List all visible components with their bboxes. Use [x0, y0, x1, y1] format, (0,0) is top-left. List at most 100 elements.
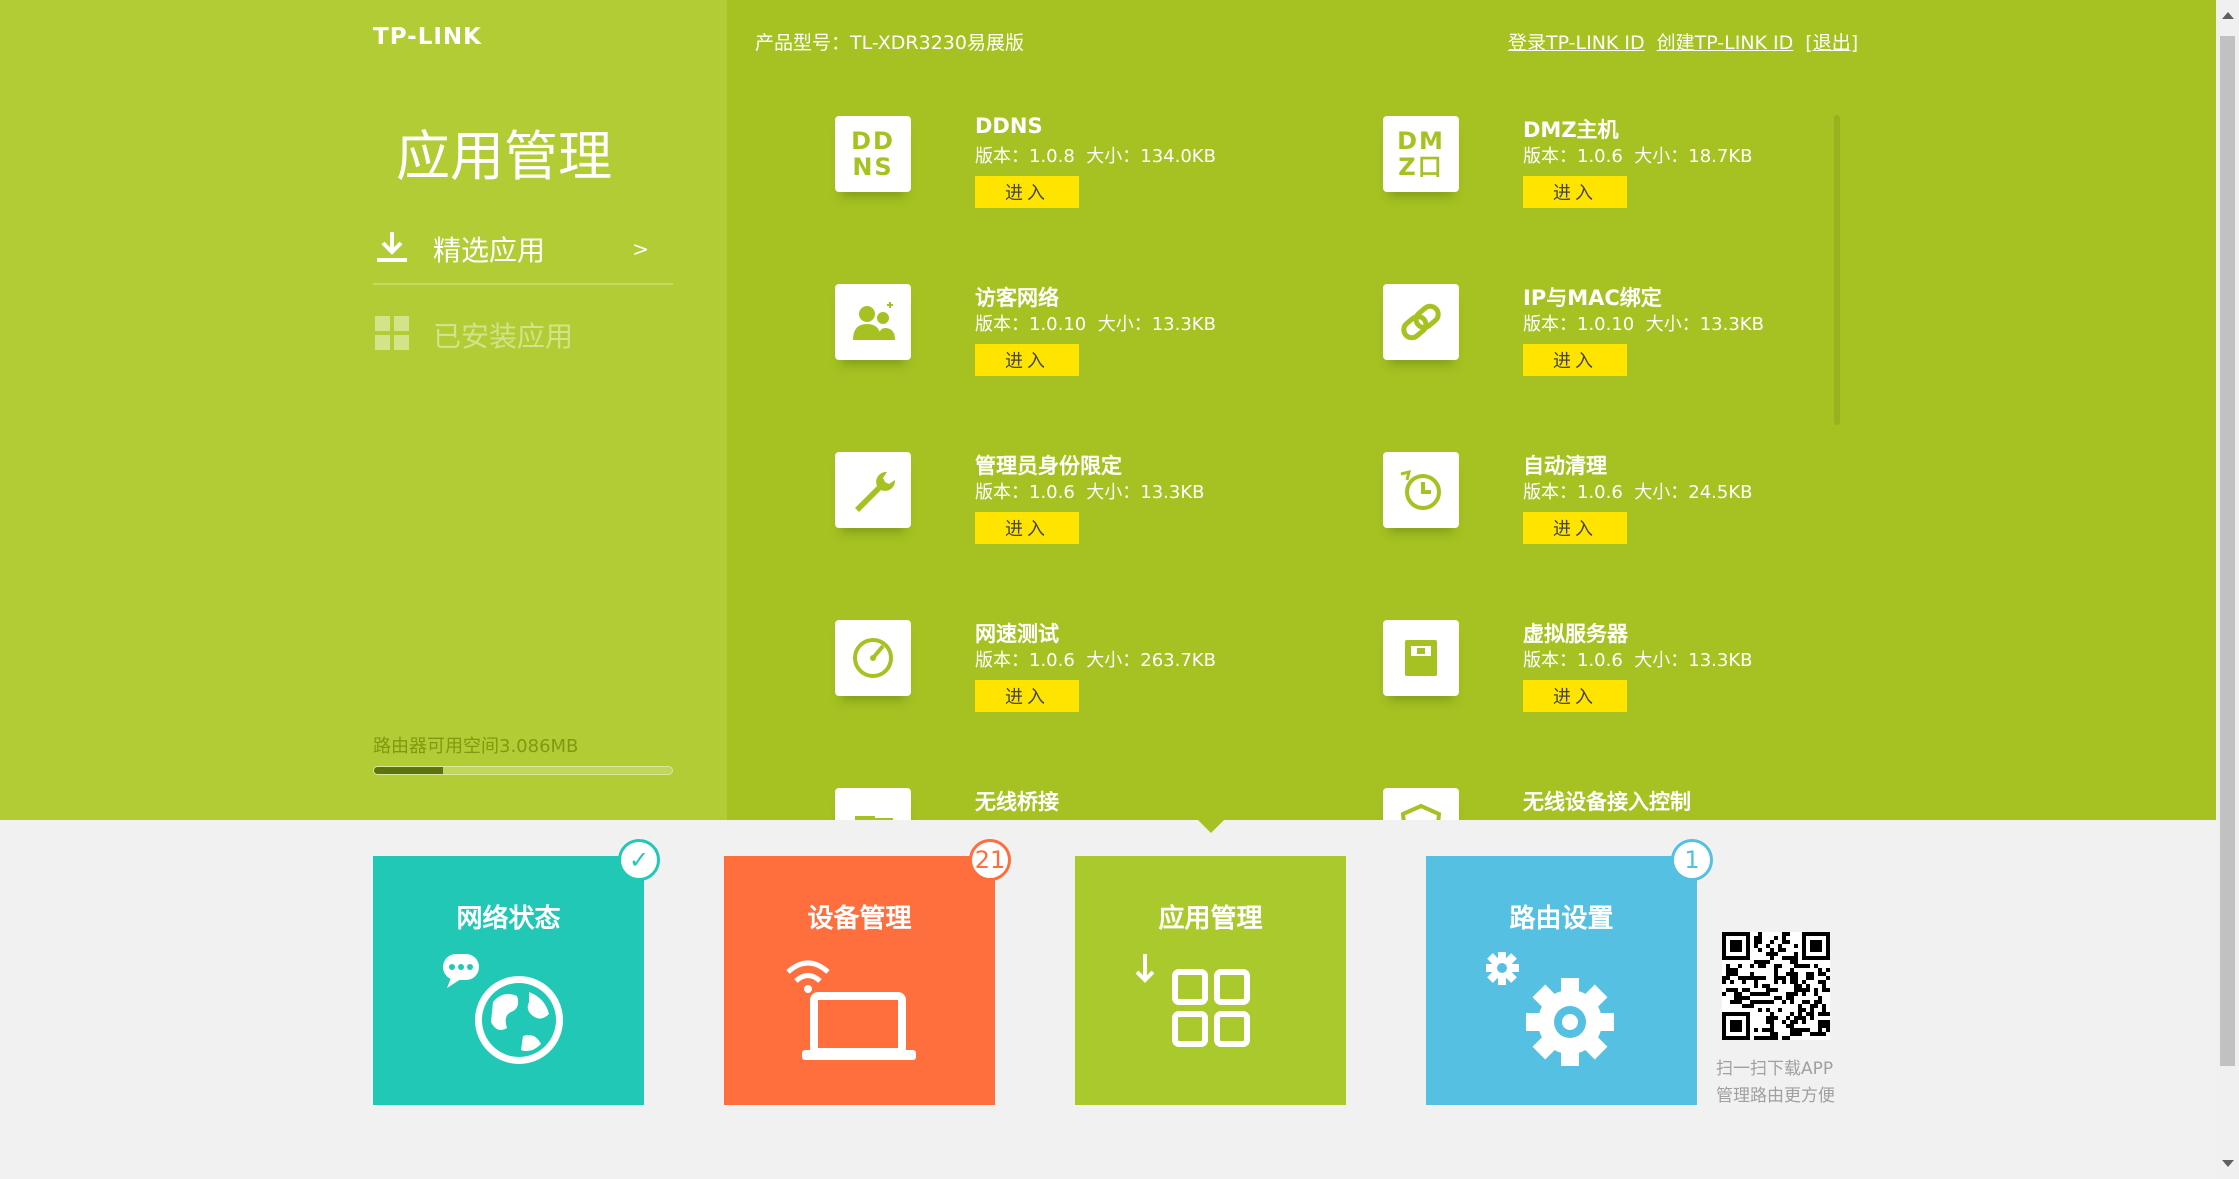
version-prefix: 版本：	[975, 314, 1029, 335]
app-name: 管理员身份限定	[975, 454, 1122, 478]
app-icon[interactable]	[835, 284, 911, 360]
app-icon[interactable]: DD NS	[835, 116, 911, 192]
app-size: 263.7KB	[1140, 650, 1216, 671]
tplink-logo: TP-LINK	[373, 24, 482, 50]
qr-code	[1722, 932, 1830, 1040]
app-size: 24.5KB	[1688, 482, 1753, 503]
active-tab-pointer	[1198, 820, 1224, 833]
tile-app-management[interactable]: 应用管理	[1075, 856, 1346, 1105]
grid-icon	[373, 314, 411, 356]
storage-bar-fill	[374, 767, 443, 774]
enter-button[interactable]: 进入	[975, 176, 1079, 208]
size-prefix: 大小：	[1086, 650, 1141, 671]
app-size: 13.3KB	[1688, 650, 1753, 671]
size-prefix: 大小：	[1086, 482, 1141, 503]
app-meta: 版本：1.0.6 大小：263.7KB	[975, 646, 1216, 672]
size-prefix: 大小：	[1634, 650, 1689, 671]
app-name: DDNS	[975, 114, 1043, 138]
app-card: 自动清理 版本：1.0.6 大小：24.5KB 进入	[1383, 452, 1903, 602]
tile-title: 设备管理	[807, 904, 912, 934]
enter-button[interactable]: 进入	[975, 344, 1079, 376]
account-links: 登录TP-LINK ID 创建TP-LINK ID [退出]	[1508, 28, 1870, 55]
enter-button[interactable]: 进入	[975, 680, 1079, 712]
apps-grid-icon	[1135, 954, 1250, 1047]
app-card: 无线设备接入控制	[1383, 788, 1903, 820]
logout-link[interactable]: [退出]	[1805, 32, 1858, 54]
app-icon[interactable]	[835, 452, 911, 528]
app-version: 1.0.6	[1577, 650, 1623, 671]
enter-button[interactable]: 进入	[1523, 680, 1627, 712]
clock-refresh-icon	[1400, 469, 1441, 510]
app-version: 1.0.8	[1029, 146, 1075, 167]
app-size: 13.3KB	[1151, 314, 1216, 335]
nav-featured-label: 精选应用	[433, 234, 546, 267]
app-version: 1.0.6	[1577, 146, 1623, 167]
app-icon[interactable]	[835, 620, 911, 696]
app-meta: 版本：1.0.8 大小：134.0KB	[975, 142, 1216, 168]
size-prefix: 大小：	[1634, 146, 1689, 167]
app-name: 网速测试	[975, 622, 1059, 646]
speedometer-icon	[853, 638, 893, 678]
main-panel: TP-LINK 应用管理 精选应用 > 已安装应用 路由器可用空间3.086MB…	[0, 0, 2216, 820]
page-scrollbar[interactable]	[2216, 0, 2239, 1179]
app-name: 自动清理	[1523, 454, 1607, 478]
enter-button[interactable]: 进入	[975, 512, 1079, 544]
status-badge: ✓	[618, 839, 660, 881]
app-card: DD NS DDNS 版本：1.0.8 大小：134.0KB 进入	[835, 114, 1355, 266]
globe-chat-icon	[443, 954, 563, 1064]
app-name: 访客网络	[975, 286, 1059, 310]
app-name: DMZ主机	[1523, 118, 1619, 142]
login-link[interactable]: 登录TP-LINK ID	[1508, 32, 1645, 54]
size-prefix: 大小：	[1645, 314, 1700, 335]
app-name: IP与MAC绑定	[1523, 286, 1662, 310]
version-prefix: 版本：	[975, 482, 1029, 503]
version-prefix: 版本：	[1523, 146, 1577, 167]
app-size: 18.7KB	[1688, 146, 1753, 167]
scroll-down-arrow-icon[interactable]	[2222, 1160, 2234, 1167]
app-version: 1.0.10	[1577, 314, 1635, 335]
bridge-icon	[855, 816, 893, 820]
size-prefix: 大小：	[1634, 482, 1689, 503]
size-prefix: 大小：	[1086, 146, 1141, 167]
tile-network-status[interactable]: 网络状态 ✓	[373, 839, 660, 1105]
app-meta: 版本：1.0.6 大小：13.3KB	[1523, 646, 1753, 672]
version-prefix: 版本：	[975, 146, 1029, 167]
enter-button[interactable]: 进入	[1523, 176, 1627, 208]
version-prefix: 版本：	[975, 650, 1029, 671]
gears-icon	[1486, 952, 1614, 1066]
server-icon	[1405, 640, 1437, 676]
app-icon[interactable]: DM Z口	[1383, 116, 1459, 192]
app-card: 管理员身份限定 版本：1.0.6 大小：13.3KB 进入	[835, 452, 1355, 602]
app-icon[interactable]	[1383, 284, 1459, 360]
app-icon[interactable]	[835, 788, 911, 820]
nav-installed-apps[interactable]: 已安装应用	[373, 300, 673, 370]
count-badge: 21	[969, 839, 1011, 881]
tile-router-settings[interactable]: 路由设置 1	[1426, 839, 1713, 1105]
tile-title: 路由设置	[1509, 904, 1614, 934]
enter-button[interactable]: 进入	[1523, 512, 1627, 544]
app-icon[interactable]	[1383, 452, 1459, 528]
scrollbar-thumb[interactable]	[2220, 36, 2235, 1066]
size-prefix: 大小：	[1097, 314, 1152, 335]
product-model: 产品型号：TL-XDR3230易展版	[755, 32, 1024, 54]
nav-featured-apps[interactable]: 精选应用 >	[373, 215, 673, 285]
version-prefix: 版本：	[1523, 650, 1577, 671]
app-card: 虚拟服务器 版本：1.0.6 大小：13.3KB 进入	[1383, 620, 1903, 770]
app-name: 虚拟服务器	[1523, 622, 1628, 646]
qr-caption-line2: 管理路由更方便	[1716, 1086, 1835, 1106]
tile-title: 应用管理	[1158, 904, 1263, 934]
guests-icon	[853, 302, 895, 340]
storage-bar	[373, 766, 673, 775]
shield-icon	[1400, 803, 1442, 820]
enter-button[interactable]: 进入	[1523, 344, 1627, 376]
qr-caption-line1: 扫一扫下载APP	[1716, 1059, 1834, 1079]
create-id-link[interactable]: 创建TP-LINK ID	[1657, 32, 1794, 54]
app-icon[interactable]	[1383, 788, 1459, 820]
tile-device-management[interactable]: 设备管理 21	[724, 839, 1011, 1105]
app-meta: 版本：1.0.10 大小：13.3KB	[975, 310, 1216, 336]
app-version: 1.0.10	[1029, 314, 1087, 335]
scroll-up-arrow-icon[interactable]	[2222, 12, 2234, 19]
app-size: 13.3KB	[1140, 482, 1205, 503]
sidebar: TP-LINK 应用管理 精选应用 > 已安装应用 路由器可用空间3.086MB	[0, 0, 727, 820]
app-icon[interactable]	[1383, 620, 1459, 696]
